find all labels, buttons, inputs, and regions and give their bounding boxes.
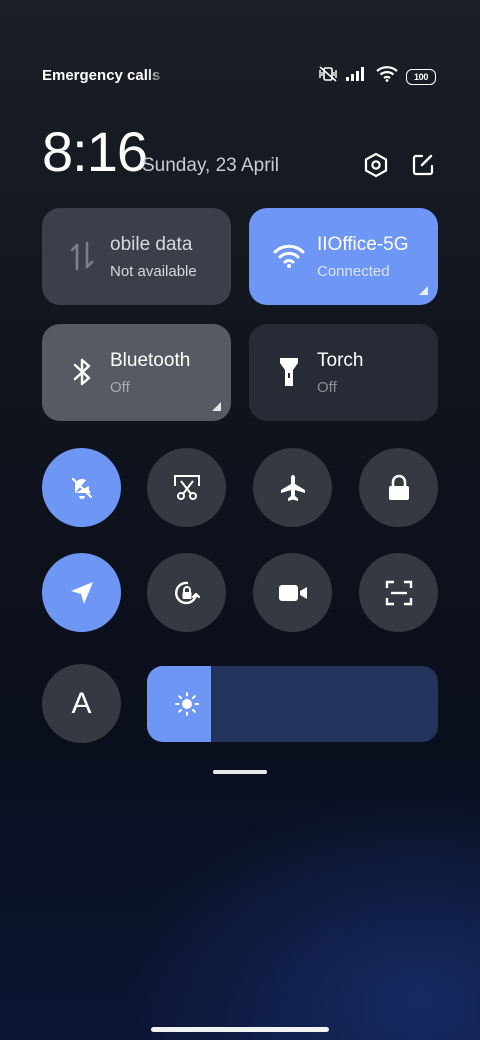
- wifi-status: Connected: [317, 263, 390, 280]
- expand-corner-icon[interactable]: [212, 402, 221, 411]
- location-toggle[interactable]: [42, 553, 121, 632]
- torch-icon: [273, 356, 305, 388]
- brightness-slider[interactable]: [147, 666, 438, 742]
- wifi-icon: [376, 66, 398, 87]
- silent-toggle[interactable]: [42, 448, 121, 527]
- settings-hexagon-icon: [364, 152, 388, 178]
- mute-vibrate-icon: [318, 66, 338, 87]
- sun-icon: [174, 691, 200, 717]
- mobile-data-arrows-icon: [66, 240, 98, 272]
- airplane-icon: [280, 474, 305, 501]
- location-arrow-icon: [70, 581, 93, 604]
- wifi-tile[interactable]: IIOffice-5G Connected: [249, 208, 438, 305]
- lock-icon: [388, 474, 409, 500]
- torch-tile[interactable]: Torch Off: [249, 324, 438, 421]
- date: Sunday, 23 April: [142, 155, 279, 176]
- auto-brightness-button[interactable]: A: [42, 664, 121, 743]
- edit-button[interactable]: [408, 150, 438, 180]
- scan-frame-icon: [385, 580, 412, 605]
- mobile-data-tile[interactable]: obile data Not available: [42, 208, 231, 305]
- wifi-network-name: IIOffice-5G: [317, 234, 409, 255]
- home-gesture-bar[interactable]: [151, 1027, 329, 1032]
- bluetooth-icon: [66, 356, 98, 388]
- mobile-data-status: Not available: [110, 263, 197, 280]
- bluetooth-status: Off: [110, 379, 130, 396]
- settings-button[interactable]: [361, 150, 391, 180]
- clock: 8:16: [42, 120, 148, 183]
- status-icons: 100: [318, 66, 436, 87]
- bell-off-icon: [71, 477, 92, 499]
- lock-screen-toggle[interactable]: [359, 448, 438, 527]
- status-carrier-text: Emergency calls o: [42, 67, 166, 84]
- expand-corner-icon[interactable]: [419, 286, 428, 295]
- screenshot-toggle[interactable]: [147, 448, 226, 527]
- signal-icon: [346, 67, 368, 86]
- bluetooth-tile[interactable]: Bluetooth Off: [42, 324, 231, 421]
- rotation-lock-icon: [174, 581, 200, 604]
- bluetooth-title: Bluetooth: [110, 350, 191, 371]
- screen-recorder-toggle[interactable]: [253, 553, 332, 632]
- mobile-data-title: obile data: [110, 234, 193, 255]
- edit-icon: [412, 154, 434, 176]
- rotation-lock-toggle[interactable]: [147, 553, 226, 632]
- battery-icon: 100: [406, 68, 436, 85]
- scanner-toggle[interactable]: [359, 553, 438, 632]
- panel-drag-handle[interactable]: [213, 770, 267, 774]
- torch-title: Torch: [317, 350, 364, 371]
- torch-status: Off: [317, 379, 337, 396]
- auto-brightness-label: A: [71, 686, 92, 720]
- scissors-screenshot-icon: [173, 474, 200, 500]
- wifi-icon: [273, 240, 305, 272]
- airplane-toggle[interactable]: [253, 448, 332, 527]
- video-camera-icon: [278, 584, 307, 601]
